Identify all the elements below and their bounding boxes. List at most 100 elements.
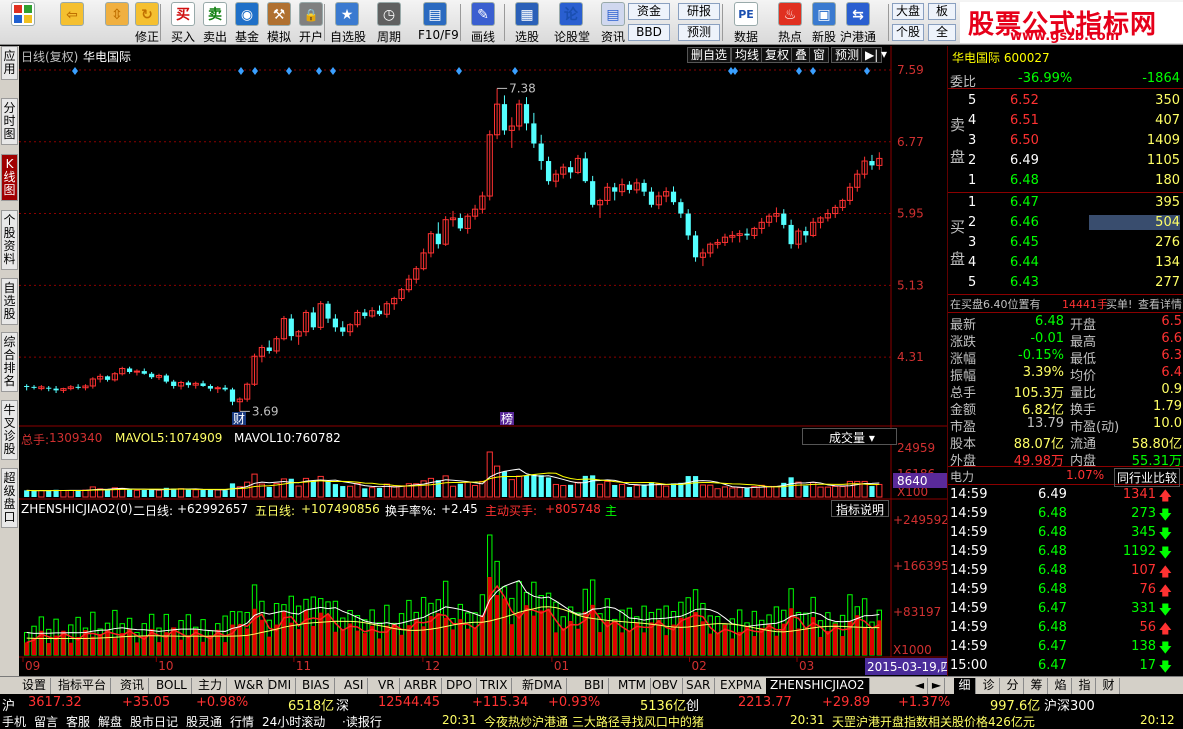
indicator-tab-18[interactable]: EXPMA xyxy=(716,678,767,694)
stat-row: 股本 88.07亿 流通 58.80亿 xyxy=(948,433,1183,452)
quote-tab-2[interactable]: 分 xyxy=(1002,678,1024,694)
buy-level-row[interactable]: 1 6.47 395 xyxy=(948,194,1183,213)
toolbar-zijin-button[interactable]: 资金 xyxy=(628,3,670,20)
order-notice-link[interactable]: 查看详情 xyxy=(1138,296,1182,312)
buy-level-row[interactable]: 4 6.44 134 xyxy=(948,254,1183,273)
indicator-tab-19[interactable]: ZHENSHICJIAO2 xyxy=(766,678,870,694)
indicator-tab-11[interactable]: DPO xyxy=(442,678,477,694)
sell-level-row[interactable]: 1 6.48 180 xyxy=(948,172,1183,191)
buy-level-row[interactable]: 2 6.46 504 xyxy=(948,214,1183,233)
toolbar-gegu-button[interactable]: 个股 xyxy=(892,24,924,41)
sell-level-row[interactable]: 4 6.51 407 xyxy=(948,112,1183,131)
indicator-tab-15[interactable]: MTM xyxy=(614,678,652,694)
indicator-tab-2[interactable]: 资讯 xyxy=(116,678,150,694)
toolbar-quan-button[interactable]: 全 xyxy=(928,24,956,41)
marquee-headline-1[interactable]: 今夜热炒沪港通 三大路径寻找风口中的猪 xyxy=(484,713,704,729)
marquee-link-7[interactable]: 24小时滚动 xyxy=(262,713,325,729)
marquee-link-3[interactable]: 解盘 xyxy=(98,713,122,729)
indicator-tab-14[interactable]: BBI xyxy=(580,678,610,694)
quote-tab-4[interactable]: 焰 xyxy=(1050,678,1072,694)
toolbar-f10-button[interactable]: ▤ F10/F9 xyxy=(418,2,459,43)
quote-tab-3[interactable]: 筹 xyxy=(1026,678,1048,694)
toolbar-news-button[interactable]: ▤ 资讯 xyxy=(596,2,630,44)
indicator-tab-5[interactable]: W&R xyxy=(230,678,269,694)
left-tab-1[interactable]: 分时图 xyxy=(1,98,18,145)
left-tab-7[interactable]: 超级盘口 xyxy=(1,468,18,528)
toolbar-back-arrow-button[interactable]: ⇦ xyxy=(55,2,89,43)
toolbar-buy-button[interactable]: 买买入 xyxy=(166,2,200,44)
marquee-link-2[interactable]: 客服 xyxy=(66,713,90,729)
toolbar-up-down-arrows-button[interactable]: ⇳ xyxy=(100,2,134,43)
toolbar-clock-button[interactable]: ◷ 周期 xyxy=(372,2,406,44)
toolbar-fund-button[interactable]: ◉ 基金 xyxy=(230,2,264,44)
quote-tab-1[interactable]: 诊 xyxy=(978,678,1000,694)
candle-body-down xyxy=(207,385,214,389)
indicator-tab-12[interactable]: TRIX xyxy=(476,678,513,694)
indicator-tab-3[interactable]: BOLL xyxy=(152,678,192,694)
indicator-tab-9[interactable]: VR xyxy=(374,678,400,694)
tab-scroll-right-icon[interactable]: ► xyxy=(929,678,945,694)
buy-level-row[interactable]: 3 6.45 276 xyxy=(948,234,1183,253)
tick-price: 6.48 xyxy=(1038,563,1067,578)
toolbar-hot-button[interactable]: ♨ 热点 xyxy=(772,2,808,44)
marquee-link-6[interactable]: 行情 xyxy=(230,713,254,729)
sector-compare-button[interactable]: 同行业比较 xyxy=(1114,468,1181,487)
marquee-link-5[interactable]: 股灵通 xyxy=(186,713,222,729)
volume-bar-up xyxy=(714,488,721,498)
indicator-tab-10[interactable]: ARBR xyxy=(400,678,443,694)
tab-scroll-left-icon[interactable]: ◄ xyxy=(912,678,928,694)
toolbar-sell-button[interactable]: 卖卖出 xyxy=(198,2,232,44)
toolbar-windows-logo-button[interactable] xyxy=(6,2,40,43)
sell-level-row[interactable]: 2 6.49 1105 xyxy=(948,152,1183,171)
volume-dropdown[interactable]: 成交量 ▾ xyxy=(802,428,897,445)
quote-tab-0[interactable]: 细 xyxy=(954,678,976,694)
marquee-headline-2[interactable]: 天罡沪港开盘指数相关股价格426亿元 xyxy=(832,713,1035,729)
indicator-tab-16[interactable]: OBV xyxy=(648,678,683,694)
left-tab-4[interactable]: 自选股 xyxy=(1,278,18,325)
kline-chart-panel[interactable]: 日线(复权) 华电国际 删自选 均线 复权叠窗预测 ▶| ▾ 7.59 6.77 5.95 5… xyxy=(19,46,955,675)
indicator-tab-17[interactable]: SAR xyxy=(682,678,716,694)
toolbar-refresh-button[interactable]: ↻ 修正 xyxy=(130,2,164,44)
quote-tab-5[interactable]: 指 xyxy=(1074,678,1096,694)
toolbar-bbd-button[interactable]: BBD xyxy=(628,24,670,41)
indicator-tab-7[interactable]: BIAS xyxy=(298,678,335,694)
indicator-tab-6[interactable]: DMI xyxy=(264,678,297,694)
toolbar-yuce-button[interactable]: 预测 xyxy=(678,24,720,41)
toolbar-new-stock-button[interactable]: ▣ 新股 xyxy=(806,2,842,44)
left-tab-label: 分时图 xyxy=(3,101,16,141)
indicator-tab-0[interactable]: 设置 xyxy=(18,678,52,694)
left-tab-3[interactable]: 个股资料 xyxy=(1,210,18,270)
indicator-tab-13[interactable]: 新DMA xyxy=(518,678,567,694)
indicator-bar-red xyxy=(575,628,581,655)
indicator-bar-red xyxy=(590,604,595,655)
toolbar-forum-button[interactable]: 论论股堂 xyxy=(554,2,590,44)
marquee-link-0[interactable]: 手机 xyxy=(2,713,26,729)
quote-tab-6[interactable]: 财 xyxy=(1098,678,1120,694)
indicator-tab-4[interactable]: 主力 xyxy=(194,678,228,694)
left-tab-6[interactable]: 牛叉诊股 xyxy=(1,400,18,460)
toolbar-hk-connect-button[interactable]: ⇆ 沪港通 xyxy=(840,2,876,44)
candle-body-down xyxy=(24,385,30,387)
toolbar-ban-button[interactable]: 板 xyxy=(928,3,956,20)
sell-level-row[interactable]: 5 6.52 350 xyxy=(948,92,1183,111)
marquee-link-1[interactable]: 留言 xyxy=(34,713,58,729)
left-tab-2[interactable]: K线图 xyxy=(1,154,18,201)
toolbar-pe-button[interactable]: PE 数据 xyxy=(728,2,764,44)
left-tab-5[interactable]: 综合排名 xyxy=(1,332,18,392)
toolbar-lock-button[interactable]: 🔒 开户 xyxy=(294,2,328,44)
toolbar-yanbao-button[interactable]: 研报 xyxy=(678,3,720,20)
toolbar-select-stock-button[interactable]: ▦ 选股 xyxy=(510,2,544,44)
indicator-tab-8[interactable]: ASI xyxy=(340,678,369,694)
buy-level-row[interactable]: 5 6.43 277 xyxy=(948,274,1183,293)
marquee-link-8[interactable]: ·读报行 xyxy=(342,713,382,729)
toolbar-pen-button[interactable]: ✎ 画线 xyxy=(466,2,500,44)
left-tab-0[interactable]: 应用 xyxy=(1,46,18,80)
toolbar-dapan-button[interactable]: 大盘 xyxy=(892,3,924,20)
toolbar-star-button[interactable]: ★ 自选股 xyxy=(330,2,366,44)
candle-body-up xyxy=(133,370,141,373)
toolbar-hammer-button[interactable]: ⚒ 模拟 xyxy=(262,2,296,44)
indicator-help-button[interactable]: 指标说明 xyxy=(831,500,889,517)
sell-level-row[interactable]: 3 6.50 1409 xyxy=(948,132,1183,151)
indicator-tab-1[interactable]: 指标平台 xyxy=(54,678,112,694)
marquee-link-4[interactable]: 股市日记 xyxy=(130,713,178,729)
